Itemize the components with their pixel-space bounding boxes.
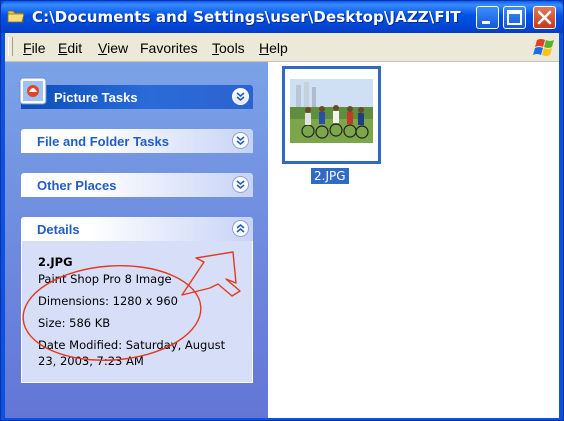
file-folder-tasks-title: File and Folder Tasks xyxy=(37,134,169,149)
details-panel: Details 2.JPG Paint Shop Pro 8 Image Dim… xyxy=(21,217,253,383)
collapse-chevron-icon[interactable] xyxy=(232,220,249,237)
windows-logo-icon xyxy=(533,39,554,56)
expand-chevron-icon[interactable] xyxy=(232,88,249,105)
details-title: Details xyxy=(37,222,80,237)
detail-dimensions: Dimensions: 1280 x 960 xyxy=(38,294,178,308)
detail-size: Size: 586 KB xyxy=(38,316,111,330)
menu-help[interactable]: Help xyxy=(259,40,288,56)
picture-tasks-panel: Picture Tasks xyxy=(19,77,253,109)
explorer-window: C:\Documents and Settings\user\Desktop\J… xyxy=(0,0,564,421)
other-places-header[interactable]: Other Places xyxy=(21,173,253,197)
close-icon xyxy=(537,10,552,25)
picture-tasks-title: Picture Tasks xyxy=(54,90,138,105)
file-folder-tasks-panel: File and Folder Tasks xyxy=(21,129,253,153)
detail-date-modified-cont: 23, 2003, 7:23 AM xyxy=(38,354,144,368)
other-places-title: Other Places xyxy=(37,178,117,193)
task-pane: Picture Tasks File and Folder Tasks Othe… xyxy=(5,62,268,418)
folder-icon xyxy=(7,10,25,23)
maximize-button[interactable] xyxy=(503,6,526,29)
expand-chevron-icon[interactable] xyxy=(232,176,249,193)
detail-type: Paint Shop Pro 8 Image xyxy=(38,272,172,286)
file-thumbnail[interactable] xyxy=(282,66,381,164)
menu-tools[interactable]: Tools xyxy=(212,40,245,56)
menu-edit[interactable]: Edit xyxy=(58,40,82,56)
title-bar[interactable]: C:\Documents and Settings\user\Desktop\J… xyxy=(1,1,563,33)
toolbar-grip[interactable] xyxy=(8,37,13,56)
close-button[interactable] xyxy=(533,6,556,29)
maximize-icon xyxy=(507,10,522,25)
details-body: 2.JPG Paint Shop Pro 8 Image Dimensions:… xyxy=(21,241,253,383)
detail-date-modified: Date Modified: Saturday, August xyxy=(38,338,226,352)
detail-filename: 2.JPG xyxy=(38,255,73,269)
picture-tasks-icon xyxy=(19,77,47,105)
file-folder-tasks-header[interactable]: File and Folder Tasks xyxy=(21,129,253,153)
window-title: C:\Documents and Settings\user\Desktop\J… xyxy=(32,8,461,26)
photo-thumbnail-image xyxy=(290,79,373,143)
menu-file[interactable]: File xyxy=(23,40,46,56)
other-places-panel: Other Places xyxy=(21,173,253,197)
menu-bar: File Edit View Favorites Tools Help xyxy=(5,33,559,62)
file-name-label[interactable]: 2.JPG xyxy=(311,168,349,184)
menu-favorites[interactable]: Favorites xyxy=(140,40,198,56)
minimize-icon xyxy=(482,21,490,24)
menu-view[interactable]: View xyxy=(98,40,128,56)
client-area: Picture Tasks File and Folder Tasks Othe… xyxy=(5,62,559,418)
minimize-button[interactable] xyxy=(476,6,499,29)
details-header[interactable]: Details xyxy=(21,217,253,241)
expand-chevron-icon[interactable] xyxy=(232,132,249,149)
picture-tasks-header[interactable]: Picture Tasks xyxy=(19,77,253,109)
